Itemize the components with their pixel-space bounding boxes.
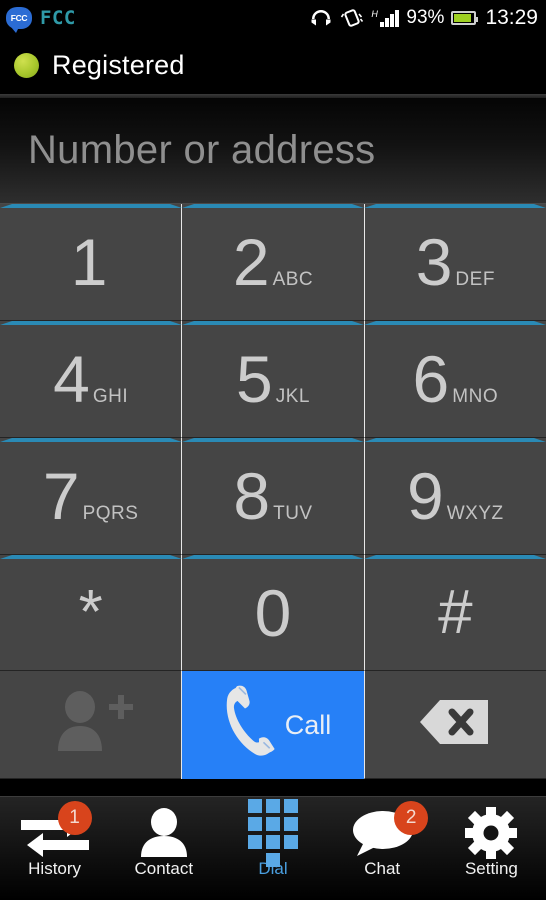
dialpad-key-2[interactable]: 2 ABC bbox=[181, 204, 364, 321]
registration-status-bar: Registered bbox=[0, 36, 546, 94]
chat-badge: 2 bbox=[394, 801, 429, 835]
fcc-app-icon: FCC bbox=[6, 7, 32, 33]
dialpad-key-letters: GHI bbox=[92, 386, 129, 407]
history-arrows-icon: 1 bbox=[15, 801, 95, 861]
nav-item-contact[interactable]: Contact bbox=[109, 805, 218, 879]
dialpad-key-letters: MNO bbox=[452, 386, 499, 407]
clock-label: 13:29 bbox=[485, 6, 538, 29]
dialpad-key-3[interactable]: 3 DEF bbox=[363, 204, 546, 321]
nav-item-history[interactable]: 1 History bbox=[0, 801, 109, 879]
nav-item-label: Chat bbox=[364, 859, 401, 878]
nav-item-dial[interactable]: Dial bbox=[218, 799, 327, 879]
nav-item-chat[interactable]: 2 Chat bbox=[328, 801, 437, 879]
dialpad-key-digit: 0 bbox=[254, 575, 292, 650]
phone-handset-icon bbox=[215, 683, 281, 768]
dialpad-row: * 0 # bbox=[0, 555, 546, 671]
dialpad-key-1[interactable]: 1 bbox=[0, 204, 182, 321]
dialpad-key-letters: DEF bbox=[455, 269, 495, 290]
nav-item-label: History bbox=[28, 859, 82, 878]
add-contact-button[interactable] bbox=[0, 671, 182, 779]
dialpad-key-star[interactable]: * bbox=[0, 555, 182, 671]
gear-icon bbox=[463, 805, 519, 861]
bottom-navigation-bar: 1 History Contact Dial 2 Chat Setting bbox=[0, 796, 546, 900]
dialpad-key-4[interactable]: 4 GHI bbox=[0, 321, 182, 438]
dialpad-key-letters: JKL bbox=[275, 386, 310, 407]
number-input-field[interactable]: Number or address bbox=[0, 98, 546, 204]
registration-status-label: Registered bbox=[52, 49, 185, 80]
network-type-label: H bbox=[371, 8, 378, 19]
battery-percent-label: 93% bbox=[406, 7, 445, 28]
dialpad-key-digit: # bbox=[438, 577, 473, 647]
dialpad-key-5[interactable]: 5 JKL bbox=[181, 321, 364, 438]
status-indicator-dot bbox=[14, 52, 39, 78]
status-bar-right: H 93% 13:29 bbox=[309, 6, 538, 30]
add-contact-icon bbox=[48, 689, 134, 760]
dialpad-key-0[interactable]: 0 bbox=[181, 555, 364, 671]
dialpad-row: 1 2 ABC 3 DEF bbox=[0, 204, 546, 321]
app-name-label: FCC bbox=[40, 7, 76, 29]
dialpad-key-digit: 2 bbox=[232, 225, 270, 299]
dialpad-row: 4 GHI 5 JKL 6 MNO bbox=[0, 321, 546, 438]
nav-item-setting[interactable]: Setting bbox=[437, 805, 546, 879]
dialpad-key-digit: 5 bbox=[236, 342, 273, 416]
dialpad-key-6[interactable]: 6 MNO bbox=[363, 321, 546, 438]
dialpad-key-letters: PQRS bbox=[82, 503, 139, 524]
fcc-app-icon-label: FCC bbox=[10, 13, 28, 23]
dialpad-key-digit: 3 bbox=[415, 225, 453, 299]
backspace-button[interactable] bbox=[363, 671, 546, 779]
nav-item-label: Contact bbox=[134, 859, 194, 878]
history-badge: 1 bbox=[57, 801, 92, 835]
status-bar: FCC FCC H 93% 13:29 bbox=[0, 0, 546, 36]
speech-bubble-icon: 2 bbox=[347, 801, 429, 861]
action-row: Call bbox=[0, 671, 546, 779]
dialpad-key-digit: * bbox=[78, 577, 103, 647]
person-icon bbox=[134, 805, 194, 861]
dialpad-key-letters: WXYZ bbox=[446, 503, 504, 524]
dialpad-key-digit: 4 bbox=[53, 342, 90, 416]
call-button[interactable]: Call bbox=[181, 671, 364, 779]
dialpad-key-7[interactable]: 7 PQRS bbox=[0, 438, 182, 555]
dialpad-key-8[interactable]: 8 TUV bbox=[181, 438, 364, 555]
dialpad-key-letters: ABC bbox=[272, 269, 314, 290]
dialpad-row: 7 PQRS 8 TUV 9 WXYZ bbox=[0, 438, 546, 555]
battery-icon bbox=[451, 11, 479, 25]
dialpad: 1 2 ABC 3 DEF 4 GHI 5 JKL 6 MNO 7 PQRS 8… bbox=[0, 204, 546, 671]
nav-item-label: Setting bbox=[464, 859, 518, 878]
dialpad-key-letters: TUV bbox=[273, 503, 313, 524]
number-input-placeholder: Number or address bbox=[28, 128, 376, 172]
status-bar-left: FCC FCC bbox=[6, 7, 76, 33]
signal-bars-icon: H bbox=[371, 8, 400, 27]
backspace-icon bbox=[418, 696, 492, 753]
dialpad-key-digit: 1 bbox=[70, 225, 108, 299]
vibrate-icon bbox=[340, 8, 364, 28]
dialpad-key-digit: 6 bbox=[412, 342, 450, 416]
dialpad-key-hash[interactable]: # bbox=[363, 555, 546, 671]
dialpad-key-digit: 9 bbox=[407, 459, 444, 533]
call-button-label: Call bbox=[284, 709, 332, 740]
headset-icon bbox=[309, 8, 333, 28]
dialpad-key-digit: 8 bbox=[233, 459, 271, 533]
dialpad-key-9[interactable]: 9 WXYZ bbox=[363, 438, 546, 555]
dialpad-key-digit: 7 bbox=[42, 459, 80, 533]
dialpad-grid-icon bbox=[248, 799, 298, 867]
